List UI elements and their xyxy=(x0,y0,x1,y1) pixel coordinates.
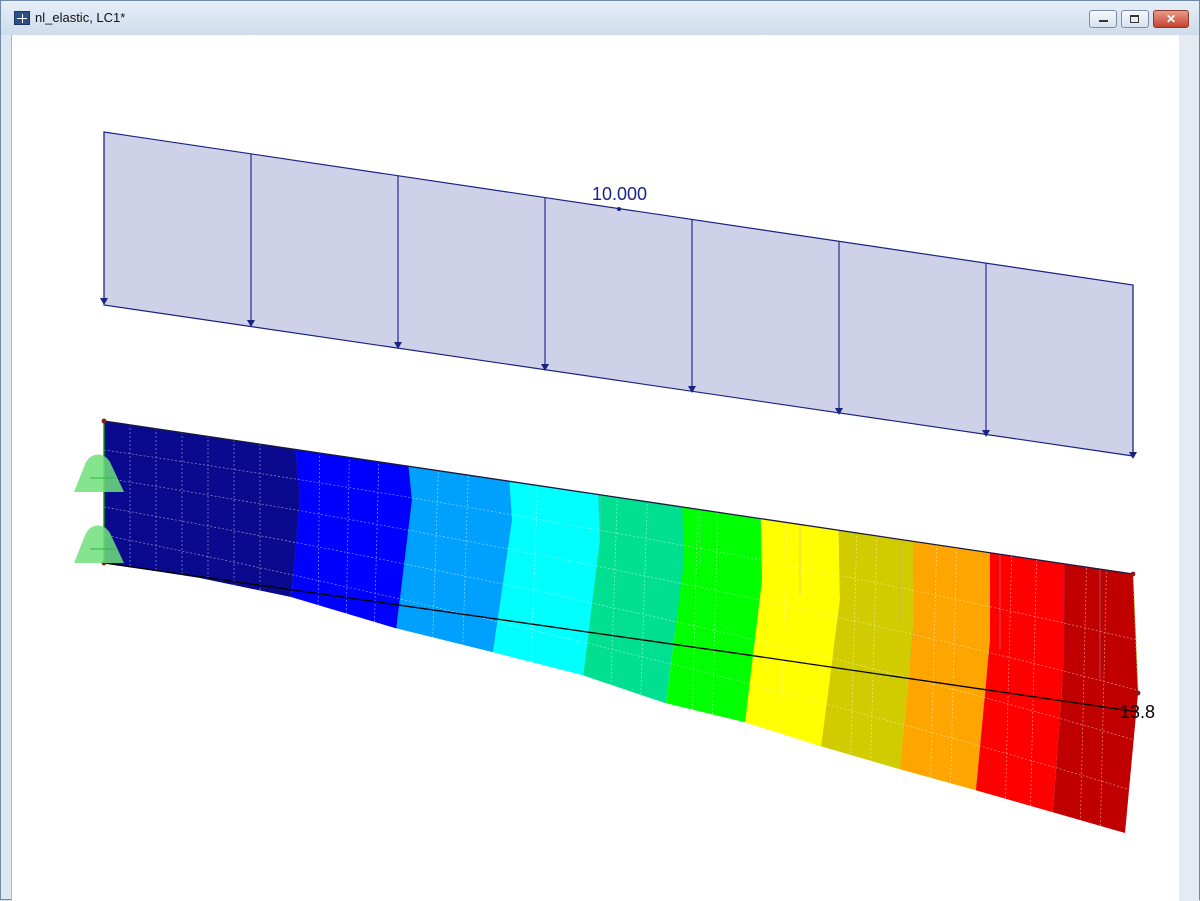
node[interactable] xyxy=(1135,690,1141,696)
contour-band-11 xyxy=(1052,421,1138,833)
load-value-label: 10.000 xyxy=(592,184,647,204)
contour-band-3 xyxy=(395,421,512,660)
deformation-contour[interactable] xyxy=(0,380,1200,900)
load-value-point xyxy=(617,207,621,211)
node[interactable] xyxy=(101,418,107,424)
contour-band-1 xyxy=(104,421,300,600)
node[interactable] xyxy=(1130,571,1136,577)
contour-band-2 xyxy=(290,421,412,640)
load-diagram[interactable]: 10.000 xyxy=(100,131,1137,459)
load-area xyxy=(103,131,1134,457)
model-canvas[interactable]: 10.000 13.8 xyxy=(0,0,1200,900)
max-deformation-label: 13.8 xyxy=(1120,702,1155,722)
